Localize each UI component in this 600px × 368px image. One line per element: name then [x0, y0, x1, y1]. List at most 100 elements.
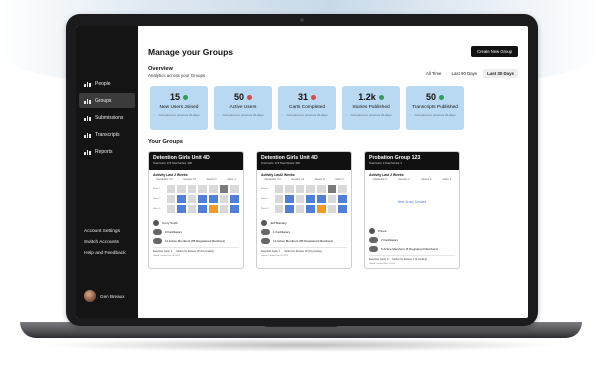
- avatar: [261, 220, 267, 226]
- activity-cell: [317, 195, 326, 203]
- stat-value-row: 15: [150, 92, 208, 102]
- activity-cell: [219, 205, 229, 213]
- group-people: Curry Smith 3 Facilitators 11 Active Membe…: [149, 215, 243, 245]
- activity-column: Cassandra: 3.4: [156, 178, 173, 181]
- activity-cell: [285, 205, 294, 213]
- group-created-date: Group Created Jan 05 2022: [153, 255, 181, 257]
- activity-cell: [306, 195, 316, 203]
- avatar: [369, 228, 375, 234]
- sidebar-item-transcripts[interactable]: Transcripts: [79, 127, 135, 142]
- group-meta: Total Carts: 270 Total Stories: 396: [153, 162, 192, 165]
- activity-cell: [166, 205, 176, 213]
- grid-row-label: Week 3: [261, 208, 269, 210]
- activity-cell: [317, 185, 326, 193]
- grid-row-label: Week 1: [261, 188, 269, 190]
- group-lead-row: Curry Smith: [153, 219, 239, 227]
- stories-for-review: Stories for Review: 26 (16 pending): [176, 250, 214, 253]
- activity-cell: [274, 195, 284, 203]
- stat-card: 50 Active Users Compared to previous 30 da…: [214, 86, 272, 130]
- stat-card: 50 Transcripts Published Compared to previ…: [406, 86, 464, 130]
- avatar-group: [369, 237, 378, 243]
- user-name: Gen Breaux: [100, 293, 125, 299]
- activity-label: Activity Last 2 Weeks: [153, 173, 188, 177]
- activity-cell: [230, 195, 239, 203]
- activity-cell: [166, 185, 176, 193]
- group-lead: Jeff Brantley: [270, 221, 287, 225]
- facilitators-count: 2 Facilitators: [381, 238, 399, 242]
- period-last-30-days[interactable]: Last 30 Days: [483, 69, 518, 78]
- facilitators-row: 1 Facilitators: [261, 228, 347, 236]
- create-group-button[interactable]: Create New Group: [471, 46, 518, 57]
- account-settings-link[interactable]: Account Settings: [76, 226, 138, 237]
- activity-cell: [177, 185, 186, 193]
- group-card[interactable]: Detention Girls Unit 4D Total Carts: 270 …: [256, 151, 352, 269]
- avatar: [84, 290, 96, 302]
- stat-note: Compared to previous 30 days: [286, 113, 328, 117]
- sidebar-item-reports[interactable]: Reports: [79, 144, 135, 159]
- activity-column: Cassandra: 0: [372, 178, 387, 181]
- avatar-group: [369, 246, 378, 252]
- activity-column: Aleeza: 6: [314, 178, 325, 181]
- activity-cell: [295, 185, 305, 193]
- help-feedback-link[interactable]: Help and Feedback: [76, 248, 138, 259]
- activity-cell: [219, 195, 229, 203]
- trend-down-icon: [247, 94, 252, 100]
- sidebar: People Groups Submissions Transcripts Report…: [76, 26, 138, 318]
- stat-note: Compared to previous 30 days: [350, 113, 392, 117]
- group-name: Detention Girls Unit 4D: [153, 155, 210, 161]
- facilitators-row: 2 Facilitators: [369, 236, 455, 244]
- bar-chart-icon: [84, 115, 91, 121]
- avatar-group: [261, 238, 270, 244]
- sidebar-item-label: Reports: [95, 148, 113, 155]
- avatar-group: [153, 229, 162, 235]
- activity-cell: [274, 185, 284, 193]
- group-created-date: Group Created Mar 2 2022: [369, 263, 396, 265]
- overview-title: Overview: [148, 66, 173, 72]
- group-people: Jeff Brantley 1 Facilitators 11 Active Mem…: [257, 215, 351, 245]
- grid-row-label: Week 2: [261, 198, 269, 200]
- stat-note: Compared to previous 30 days: [222, 113, 264, 117]
- user-profile[interactable]: Gen Breaux: [84, 290, 125, 302]
- avatar-group: [261, 229, 270, 235]
- group-card[interactable]: Detention Girls Unit 4D Total Carts: 270 …: [148, 151, 244, 269]
- activity-grid-row: Week 3: [153, 205, 239, 213]
- trend-up-icon: [378, 94, 384, 100]
- sidebar-item-label: People: [95, 80, 111, 87]
- stat-label: Active Users: [229, 105, 257, 110]
- activity-cell: [317, 205, 326, 213]
- members-row: 11 Active Members (86 Registered Members…: [153, 237, 239, 245]
- activity-cell: [187, 205, 197, 213]
- overview-subtitle: Analytics across your Groups: [148, 73, 206, 78]
- group-card[interactable]: Probation Group 123 Total Carts: 0 Total …: [364, 151, 460, 269]
- group-created-date: Group Created Jan 05 2022: [261, 255, 289, 257]
- sidebar-item-label: Groups: [95, 97, 112, 104]
- switch-accounts-link[interactable]: Switch Accounts: [76, 237, 138, 248]
- activity-cell: [327, 205, 337, 213]
- group-lead: Curry Smith: [162, 221, 178, 225]
- activity-grid-row: Week 2: [261, 195, 347, 203]
- stat-value: 50: [233, 92, 244, 102]
- bar-chart-icon: [84, 98, 91, 104]
- stat-value-row: 50: [406, 92, 464, 102]
- activity-cell: [198, 195, 208, 203]
- period-last-90-days[interactable]: Last 90 Days: [448, 69, 482, 78]
- activity-cell: [230, 205, 239, 213]
- page-title: Manage your Groups: [148, 46, 234, 57]
- activity-grid-row: Week 1: [261, 185, 347, 193]
- stat-label: Stories Published: [352, 105, 390, 110]
- members-count: 5 Active Members (5 Registered Members): [381, 247, 439, 251]
- activity-cell: [209, 195, 218, 203]
- stat-value: 50: [425, 92, 436, 102]
- members-count: 11 Active Members (86 Registered Members…: [273, 239, 334, 243]
- detention-carts: Detention Carts: 1: [153, 250, 173, 253]
- activity-label: Activity Last 2 Weeks: [369, 173, 404, 177]
- period-all-time[interactable]: All Time: [422, 69, 446, 78]
- sidebar-item-people[interactable]: People: [79, 76, 135, 91]
- camera-icon: [300, 18, 304, 22]
- overview-header: Overview Analytics across your Groups Al…: [148, 66, 518, 78]
- sidebar-item-submissions[interactable]: Submissions: [79, 110, 135, 125]
- stories-for-review: Stories for Review: 26 (16 pending): [284, 250, 322, 253]
- activity-column: Genesis: 16: [183, 178, 196, 181]
- sidebar-item-groups[interactable]: Groups: [79, 93, 135, 108]
- activity-grid: Week 1 Week 2 Week 3: [149, 181, 243, 213]
